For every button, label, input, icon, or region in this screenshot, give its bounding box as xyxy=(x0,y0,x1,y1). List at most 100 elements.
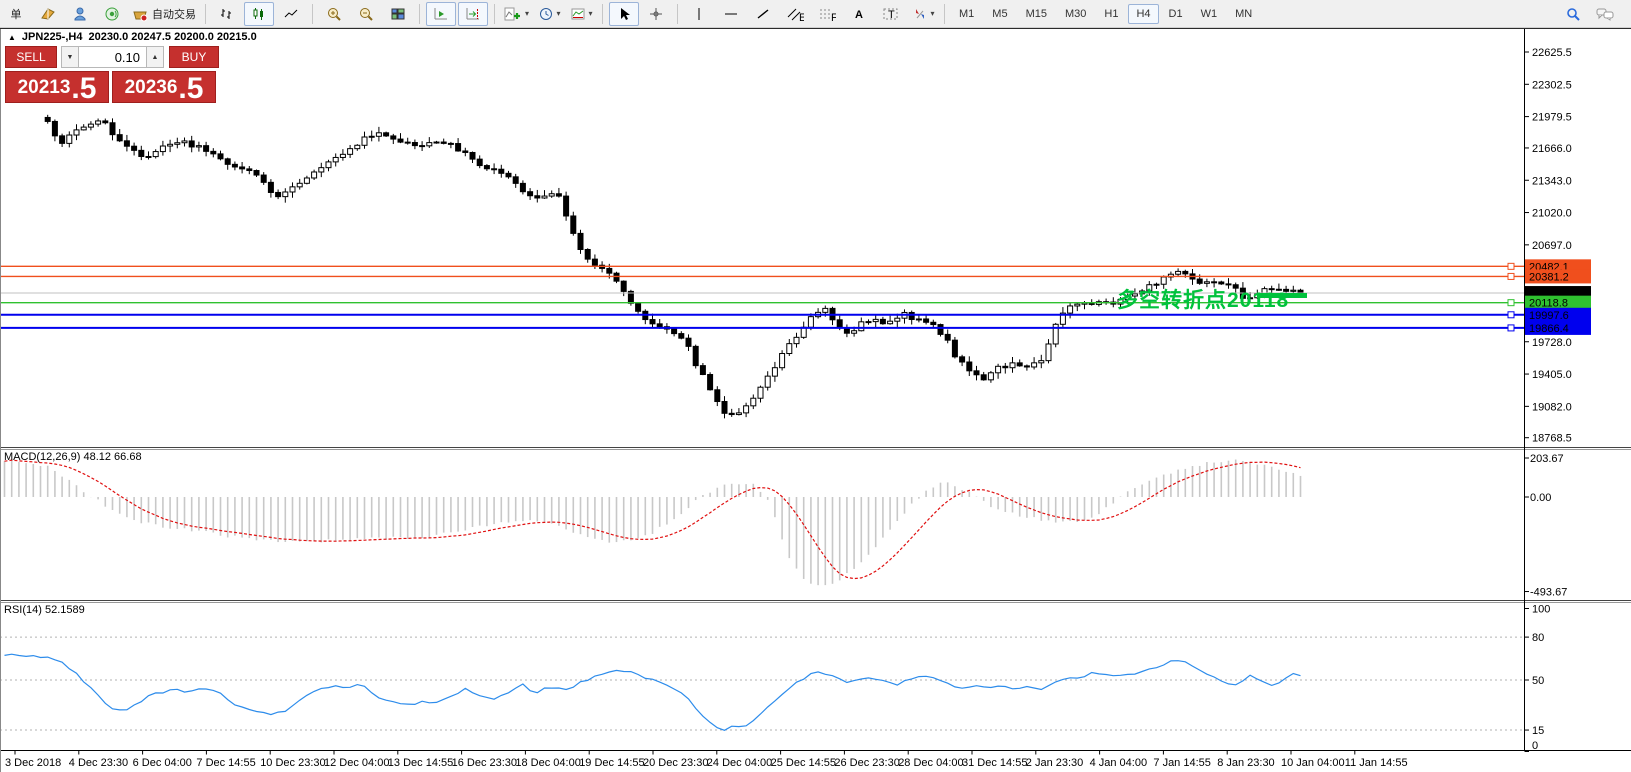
candlestick-chart-icon[interactable] xyxy=(244,1,274,26)
svg-text:6 Dec 04:00: 6 Dec 04:00 xyxy=(133,757,192,769)
toolbar-separator xyxy=(494,3,495,24)
signals-icon[interactable] xyxy=(97,2,127,26)
mt4-terminal: { "toolbar": { "new_order_label": "单", "… xyxy=(0,0,1631,772)
text-tool-icon[interactable]: A xyxy=(844,2,874,26)
arrow-objects-icon[interactable]: ▾ xyxy=(908,2,938,26)
svg-text:20697.0: 20697.0 xyxy=(1532,240,1572,252)
bid-price-panel[interactable]: 20213 .5 xyxy=(5,71,109,104)
crosshair-icon[interactable] xyxy=(641,2,671,26)
autotrading-button[interactable]: 自动交易 xyxy=(129,2,199,26)
toolbar-separator xyxy=(602,3,604,24)
chart-shift-icon[interactable] xyxy=(458,1,488,26)
svg-text:11 Jan 14:55: 11 Jan 14:55 xyxy=(1345,757,1408,769)
svg-text:4 Dec 23:30: 4 Dec 23:30 xyxy=(69,757,128,769)
chevron-down-icon[interactable]: ▾ xyxy=(931,9,935,18)
tab-timeframe-m5[interactable]: M5 xyxy=(984,4,1015,24)
chevron-down-icon[interactable]: ▾ xyxy=(525,9,529,18)
chart-title: ▲ JPN225-,H4 20230.0 20247.5 20200.0 202… xyxy=(8,31,257,43)
svg-text:26 Dec 23:30: 26 Dec 23:30 xyxy=(834,757,899,769)
toolbar-separator xyxy=(205,3,206,24)
collapse-panel-icon[interactable]: ▲ xyxy=(8,33,16,42)
svg-text:19997.6: 19997.6 xyxy=(1529,310,1569,322)
svg-text:19405.0: 19405.0 xyxy=(1532,369,1572,381)
svg-text:31 Dec 14:55: 31 Dec 14:55 xyxy=(962,757,1027,769)
svg-text:T: T xyxy=(888,9,895,21)
template-icon[interactable]: ▾ xyxy=(566,2,596,26)
add-indicator-icon[interactable]: ▾ xyxy=(501,2,532,26)
sell-button[interactable]: SELL xyxy=(5,46,57,68)
equidistant-channel-tool-icon[interactable]: E xyxy=(780,2,810,26)
svg-text:2 Jan 23:30: 2 Jan 23:30 xyxy=(1026,757,1084,769)
svg-text:20 Dec 23:30: 20 Dec 23:30 xyxy=(643,757,708,769)
zoom-out-icon[interactable] xyxy=(351,2,381,26)
bar-chart-icon[interactable] xyxy=(212,2,242,26)
svg-text:100: 100 xyxy=(1532,604,1550,616)
autotrading-label: 自动交易 xyxy=(152,8,196,21)
svg-text:8 Jan 23:30: 8 Jan 23:30 xyxy=(1217,757,1275,769)
svg-text:7 Jan 14:55: 7 Jan 14:55 xyxy=(1153,757,1211,769)
text-label-tool-icon[interactable]: T xyxy=(876,2,906,26)
chart-annotation-text[interactable]: 多空转折点20118 xyxy=(1117,284,1289,314)
fibonacci-tool-icon[interactable]: F xyxy=(812,2,842,26)
svg-text:15: 15 xyxy=(1532,725,1544,737)
trendline-tool-icon[interactable] xyxy=(748,2,778,26)
svg-text:16 Dec 23:30: 16 Dec 23:30 xyxy=(452,757,517,769)
chart-ohlc-readout: 20230.0 20247.5 20200.0 20215.0 xyxy=(88,31,257,43)
tab-timeframe-m1[interactable]: M1 xyxy=(951,4,982,24)
market-watch-icon[interactable] xyxy=(33,2,63,26)
svg-text:13 Dec 14:55: 13 Dec 14:55 xyxy=(388,757,453,769)
volume-increase-button[interactable]: ▲ xyxy=(146,46,164,68)
line-chart-icon[interactable] xyxy=(276,2,306,26)
svg-text:18 Dec 04:00: 18 Dec 04:00 xyxy=(515,757,580,769)
volume-decrease-button[interactable]: ▼ xyxy=(61,46,79,68)
horizontal-line-tool-icon[interactable] xyxy=(716,2,746,26)
vertical-line-tool-icon[interactable] xyxy=(684,2,714,26)
tab-timeframe-m30[interactable]: M30 xyxy=(1057,4,1094,24)
svg-text:21020.0: 21020.0 xyxy=(1532,208,1572,220)
tab-timeframe-d1[interactable]: D1 xyxy=(1161,4,1191,24)
tab-timeframe-h4[interactable]: H4 xyxy=(1128,3,1159,24)
svg-text:19728.0: 19728.0 xyxy=(1532,337,1572,349)
period-clock-icon[interactable]: ▾ xyxy=(534,2,564,26)
svg-text:10 Jan 04:00: 10 Jan 04:00 xyxy=(1281,757,1345,769)
svg-text:A: A xyxy=(855,9,863,21)
svg-text:7 Dec 14:55: 7 Dec 14:55 xyxy=(196,757,255,769)
svg-text:22302.5: 22302.5 xyxy=(1532,79,1572,91)
svg-text:0.00: 0.00 xyxy=(1530,492,1551,504)
auto-scroll-icon[interactable] xyxy=(426,1,456,26)
svg-text:0: 0 xyxy=(1532,740,1538,752)
chart-canvas[interactable]: 22625.5 22302.5 21979.5 21666.0 21343.0 21020… xyxy=(0,0,1631,772)
bid-price-main: 20213 xyxy=(17,77,71,98)
svg-text:20381.2: 20381.2 xyxy=(1529,271,1569,283)
annotation-trend-segment[interactable] xyxy=(1257,293,1307,298)
ask-price-fraction: .5 xyxy=(178,72,204,105)
buy-button[interactable]: BUY xyxy=(169,46,219,68)
svg-text:19 Dec 14:55: 19 Dec 14:55 xyxy=(579,757,644,769)
svg-text:203.67: 203.67 xyxy=(1530,453,1564,465)
tab-timeframe-w1[interactable]: W1 xyxy=(1193,4,1226,24)
svg-text:28 Dec 04:00: 28 Dec 04:00 xyxy=(898,757,963,769)
tab-timeframe-m15[interactable]: M15 xyxy=(1018,4,1055,24)
toolbar-separator xyxy=(419,3,420,24)
cursor-icon[interactable] xyxy=(609,1,640,26)
rsi-indicator-label: RSI(14) 52.1589 xyxy=(4,604,85,616)
chart-symbol-period: JPN225-,H4 xyxy=(21,31,83,43)
navigator-icon[interactable] xyxy=(65,2,95,26)
svg-text:3 Dec 2018: 3 Dec 2018 xyxy=(5,757,61,769)
chevron-down-icon[interactable]: ▾ xyxy=(557,9,561,18)
volume-input[interactable]: 0.10 xyxy=(79,46,146,68)
chat-icon[interactable] xyxy=(1590,2,1620,26)
chevron-down-icon[interactable]: ▾ xyxy=(589,9,593,18)
tab-timeframe-mn[interactable]: MN xyxy=(1227,4,1260,24)
svg-text:21979.5: 21979.5 xyxy=(1532,112,1572,124)
new-order-button[interactable]: 单 xyxy=(1,2,31,26)
toolbar-separator xyxy=(677,3,679,24)
ask-price-panel[interactable]: 20236 .5 xyxy=(112,71,216,105)
tile-windows-icon[interactable] xyxy=(383,2,413,26)
search-icon[interactable] xyxy=(1558,2,1588,26)
tab-timeframe-h1[interactable]: H1 xyxy=(1096,4,1126,24)
svg-text:25 Dec 14:55: 25 Dec 14:55 xyxy=(771,757,836,769)
zoom-in-icon[interactable] xyxy=(319,2,349,26)
svg-text:22625.5: 22625.5 xyxy=(1532,47,1572,59)
svg-text:10 Dec 23:30: 10 Dec 23:30 xyxy=(260,757,325,769)
